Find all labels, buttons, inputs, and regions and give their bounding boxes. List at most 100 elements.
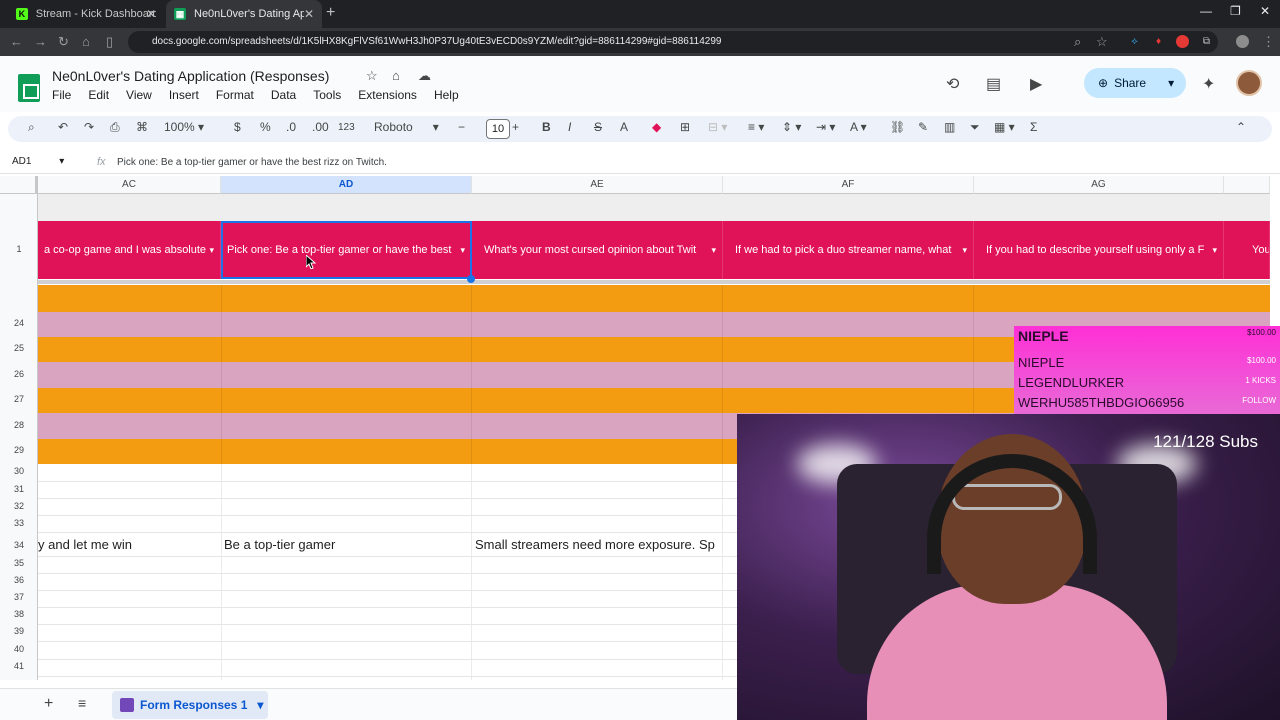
close-window-icon[interactable]: ✕ — [1260, 4, 1270, 18]
menu-extensions[interactable]: Extensions — [358, 88, 425, 102]
chevron-down-icon[interactable]: ▾ — [962, 221, 967, 279]
maximize-icon[interactable]: ❐ — [1230, 4, 1241, 18]
home-icon[interactable]: ⌂ — [82, 34, 90, 49]
decrease-font-icon[interactable]: − — [458, 120, 465, 134]
profile-icon[interactable] — [1236, 35, 1249, 48]
menu-edit[interactable]: Edit — [88, 88, 117, 102]
text-rotation-icon[interactable]: A ▾ — [850, 120, 867, 134]
name-box[interactable]: AD1 ▾ — [12, 156, 64, 167]
row-number[interactable]: 29 — [0, 445, 38, 455]
avatar[interactable] — [1236, 70, 1262, 96]
sheet-tab-form-responses[interactable]: Form Responses 1 ▾ — [112, 691, 268, 719]
data-row[interactable] — [38, 285, 1270, 312]
fill-color-icon[interactable]: ◆ — [652, 120, 661, 134]
cell-ac34[interactable]: y and let me win — [38, 537, 221, 552]
minimize-icon[interactable]: — — [1200, 4, 1212, 18]
column-header-ad[interactable]: AD — [221, 176, 472, 194]
font-select[interactable]: Roboto ▾ — [374, 120, 439, 134]
font-size-input[interactable]: 10 — [486, 119, 510, 139]
row-number[interactable]: 26 — [0, 369, 38, 379]
version-history-icon[interactable]: ⟲ — [946, 74, 959, 94]
all-sheets-icon[interactable]: ≡ — [78, 695, 86, 711]
comments-icon[interactable]: ▤ — [986, 74, 1001, 94]
sheets-logo-icon[interactable] — [18, 74, 40, 102]
header-cell-ae[interactable]: What's your most cursed opinion about Tw… — [472, 221, 723, 279]
close-tab-icon[interactable]: ✕ — [146, 7, 156, 21]
row-number[interactable]: 33 — [0, 518, 38, 528]
extension-icon[interactable] — [1176, 35, 1189, 48]
decrease-decimal-button[interactable]: .0 — [286, 120, 296, 134]
row-number[interactable]: 38 — [0, 609, 38, 619]
gemini-icon[interactable]: ✦ — [1202, 74, 1215, 94]
close-tab-icon[interactable]: ✕ — [304, 7, 314, 21]
select-all-corner[interactable] — [0, 176, 38, 194]
strikethrough-button[interactable]: S — [594, 120, 602, 134]
column-header-af[interactable]: AF — [723, 176, 974, 194]
insert-comment-icon[interactable]: ✎ — [918, 120, 928, 134]
menu-tools[interactable]: Tools — [313, 88, 349, 102]
chevron-down-icon[interactable]: ▾ — [209, 221, 214, 279]
formula-input[interactable]: Pick one: Be a top-tier gamer or have th… — [117, 157, 387, 168]
header-cell-ac[interactable]: a co-op game and I was absolute ▾ — [38, 221, 221, 279]
row-number[interactable]: 25 — [0, 343, 38, 353]
menu-format[interactable]: Format — [216, 88, 262, 102]
bookmark-star-icon[interactable]: ☆ — [1096, 34, 1108, 50]
menu-insert[interactable]: Insert — [169, 88, 207, 102]
add-sheet-icon[interactable]: + — [44, 695, 53, 713]
selection-handle[interactable] — [467, 275, 475, 283]
extension-icon[interactable]: ⟡ — [1128, 35, 1141, 48]
row-number[interactable]: 27 — [0, 394, 38, 404]
column-header-next[interactable] — [1224, 176, 1270, 194]
insert-link-icon[interactable]: ⛓ — [890, 120, 905, 134]
row-number[interactable]: 37 — [0, 592, 38, 602]
increase-font-icon[interactable]: + — [512, 120, 519, 134]
row-number-1[interactable]: 1 — [0, 244, 38, 254]
italic-button[interactable]: I — [568, 120, 571, 134]
percent-button[interactable]: % — [260, 120, 271, 134]
url-field[interactable]: docs.google.com/spreadsheets/d/1K5lHX8Kg… — [128, 31, 1218, 53]
print-icon[interactable]: ⎙ — [110, 120, 120, 135]
currency-button[interactable]: $ — [234, 120, 241, 134]
row-number[interactable]: 30 — [0, 466, 38, 476]
sidepanel-icon[interactable]: ▯ — [106, 34, 113, 50]
browser-tab-kick[interactable]: K Stream - Kick Dashboard ✕ — [8, 0, 164, 28]
row-number[interactable]: 39 — [0, 626, 38, 636]
cloud-saved-icon[interactable]: ☁ — [418, 68, 431, 84]
borders-icon[interactable]: ⊞ — [680, 120, 690, 134]
row-number[interactable]: 28 — [0, 420, 38, 430]
header-cell-af[interactable]: If we had to pick a duo streamer name, w… — [723, 221, 974, 279]
share-button[interactable]: ⊕ Share ▾ — [1084, 68, 1186, 98]
functions-button[interactable]: Σ — [1030, 120, 1037, 134]
meet-icon[interactable]: ▶ — [1030, 74, 1042, 94]
insert-chart-icon[interactable]: ▥ — [944, 120, 955, 134]
chevron-down-icon[interactable]: ▾ — [1212, 221, 1217, 279]
filter-views-icon[interactable]: ▦ ▾ — [994, 120, 1015, 134]
cell-ae34[interactable]: Small streamers need more exposure. Sp — [475, 537, 737, 552]
bold-button[interactable]: B — [542, 120, 551, 134]
chevron-down-icon[interactable]: ▾ — [711, 221, 716, 279]
collapse-menus-icon[interactable]: ⌃ — [1236, 120, 1246, 134]
number-format-button[interactable]: 123 — [338, 122, 355, 133]
menu-view[interactable]: View — [126, 88, 160, 102]
column-header-ac[interactable]: AC — [38, 176, 221, 194]
column-header-ag[interactable]: AG — [974, 176, 1224, 194]
column-header-ae[interactable]: AE — [472, 176, 723, 194]
menu-help[interactable]: Help — [434, 88, 467, 102]
undo-icon[interactable]: ↶ — [58, 120, 68, 134]
menu-file[interactable]: File — [52, 88, 79, 102]
row-number[interactable]: 40 — [0, 644, 38, 654]
star-icon[interactable]: ☆ — [366, 68, 378, 84]
chevron-down-icon[interactable]: ▾ — [257, 698, 263, 712]
browser-tab-sheets[interactable]: ▦ Ne0nL0ver's Dating Application ✕ — [166, 0, 322, 28]
row-number[interactable]: 36 — [0, 575, 38, 585]
zoom-icon[interactable]: ⌕ — [1074, 34, 1081, 50]
row-number[interactable]: 31 — [0, 484, 38, 494]
freeze-divider[interactable] — [38, 280, 1270, 284]
new-tab-icon[interactable]: + — [326, 4, 335, 22]
menu-data[interactable]: Data — [271, 88, 304, 102]
cell-ad34[interactable]: Be a top-tier gamer — [224, 537, 470, 552]
vertical-align-icon[interactable]: ⇕ ▾ — [782, 120, 801, 134]
search-icon[interactable]: ⌕ — [28, 120, 35, 135]
forward-icon[interactable]: → — [34, 34, 47, 49]
redo-icon[interactable]: ↷ — [84, 120, 94, 134]
